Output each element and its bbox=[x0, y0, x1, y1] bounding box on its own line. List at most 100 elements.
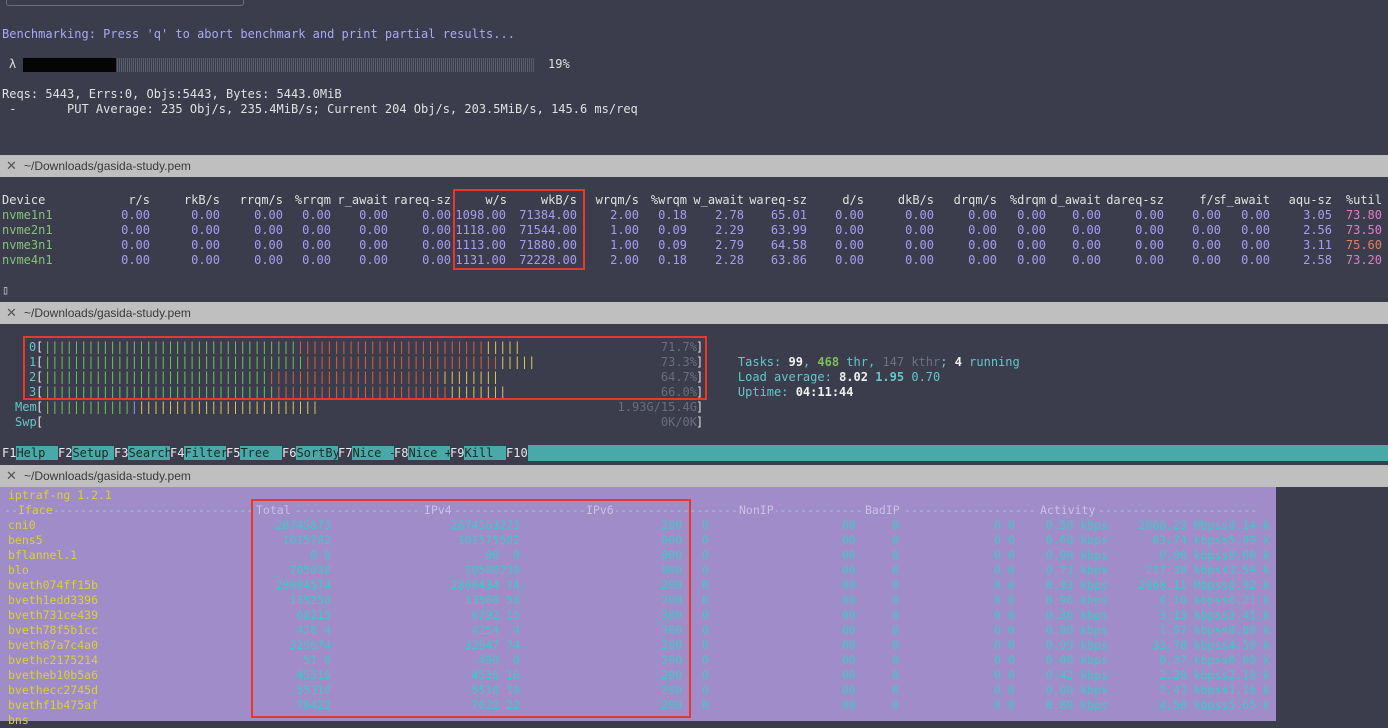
iostat-cell: 73.20 bbox=[1345, 253, 1382, 267]
iptraf-cell: 33.78 kbpss4.59 k bbox=[1152, 638, 1270, 652]
iptraf-header-5: BadIP bbox=[863, 503, 902, 518]
fkey-search-button[interactable]: F3Search bbox=[114, 445, 172, 461]
iostat-cell: 0.00 bbox=[254, 208, 283, 222]
iostat-cell: 0.00 bbox=[422, 238, 451, 252]
iptraf-cell: 0 bbox=[892, 518, 899, 532]
iostat-header-0: Device bbox=[2, 193, 46, 207]
iostat-header-17: d_await bbox=[1050, 193, 1101, 207]
iptraf-cell: 0.99 kbps bbox=[1045, 638, 1108, 652]
iptraf-cell: 00 bbox=[842, 668, 856, 682]
tab-iostat[interactable]: ✕ ~/Downloads/gasida-study.pem bbox=[0, 155, 1388, 177]
iptraf-cell: 00 bbox=[842, 548, 856, 562]
iptraf-cell: 0 bbox=[892, 593, 899, 607]
iptraf-cell: 2068.23 Mbpss0.14 k bbox=[1138, 518, 1270, 532]
iptraf-cell: 0 bbox=[892, 608, 899, 622]
iostat-cell: 0.00 bbox=[1017, 253, 1046, 267]
input-box[interactable] bbox=[6, 0, 244, 6]
highlight-box-cpu-meters bbox=[23, 336, 707, 400]
iostat-header-14: dkB/s bbox=[897, 193, 934, 207]
fkey-setup-button[interactable]: F2Setup bbox=[58, 445, 116, 461]
iostat-cell: 0.00 bbox=[302, 238, 331, 252]
iostat-header-3: rrqm/s bbox=[239, 193, 283, 207]
iostat-pane: Device r/s rkB/s rrqm/s %rrqm r_await rareq-sz… bbox=[0, 177, 1388, 302]
iptraf-cell: 0 bbox=[892, 668, 899, 682]
reqs-line: Reqs: 5443, Errs:0, Objs:5443, Bytes: 54… bbox=[2, 87, 342, 101]
iptraf-cell: 0.50 kbps bbox=[1045, 518, 1108, 532]
iptraf-cell: 1.97 kbpss0.00 k bbox=[1159, 623, 1270, 637]
tab-htop[interactable]: ✕ ~/Downloads/gasida-study.pem bbox=[0, 302, 1388, 324]
iptraf-cell: 0 bbox=[702, 548, 709, 562]
iptraf-cell: 83.74 kbpss5.89 k bbox=[1152, 533, 1270, 547]
iostat-cell: 0.00 bbox=[359, 223, 388, 237]
iostat-header-20: f_await bbox=[1219, 193, 1270, 207]
iostat-cell: 0.00 bbox=[302, 223, 331, 237]
iostat-header-5: r_await bbox=[337, 193, 388, 207]
iostat-cell: 0.00 bbox=[968, 223, 997, 237]
iptraf-cell: 0 bbox=[702, 623, 709, 637]
iostat-header-12: wareq-sz bbox=[749, 193, 807, 207]
iptraf-cell: 2068.11 Mbpss6.92 k bbox=[1138, 578, 1270, 592]
fkey-kill-button[interactable]: F9Kill bbox=[450, 445, 508, 461]
iostat-cell: 0.00 bbox=[302, 253, 331, 267]
iptraf-cell: 0.93 kbps bbox=[1045, 578, 1108, 592]
iostat-cell: 0.00 bbox=[1072, 223, 1101, 237]
iptraf-cell: 0.80 kbps bbox=[1045, 698, 1108, 712]
close-icon[interactable]: ✕ bbox=[6, 155, 17, 177]
iptraf-cell: 0 bbox=[702, 593, 709, 607]
highlight-box-traffic-cols bbox=[251, 499, 691, 718]
iface-name: bveth78f5b1cc bbox=[8, 623, 99, 637]
fkey-label: Filter bbox=[184, 446, 228, 460]
fkey-help-button[interactable]: F1Help bbox=[2, 445, 60, 461]
fkey-code: F1 bbox=[2, 446, 17, 460]
fkey-nice---button[interactable]: F7Nice - bbox=[338, 445, 396, 461]
iptraf-cell: 0 bbox=[892, 638, 899, 652]
swp-open-bracket: [ bbox=[36, 415, 44, 429]
iostat-cell: 63.99 bbox=[770, 223, 807, 237]
iostat-cell: 0.00 bbox=[1135, 253, 1164, 267]
fkey-sortby-button[interactable]: F6SortBy bbox=[282, 445, 340, 461]
iptraf-cell: 00 bbox=[842, 533, 856, 547]
iptraf-cell: 0 bbox=[702, 653, 709, 667]
iostat-cell: 0.00 bbox=[422, 253, 451, 267]
fkey-code: F4 bbox=[170, 446, 185, 460]
close-icon[interactable]: ✕ bbox=[6, 465, 17, 487]
iptraf-cell: 2.42 kbpss1.16 k bbox=[1159, 683, 1270, 697]
iptraf-cell: 0 bbox=[702, 563, 709, 577]
iostat-cell: 0.00 bbox=[121, 208, 150, 222]
iostat-cell: 0.00 bbox=[1072, 238, 1101, 252]
iostat-cell: 0.00 bbox=[905, 253, 934, 267]
tab-iptraf[interactable]: ✕ ~/Downloads/gasida-study.pem bbox=[0, 465, 1388, 487]
iface-name: blo bbox=[8, 563, 29, 577]
progress-fill bbox=[23, 58, 117, 72]
iface-name: bflannel.1 bbox=[8, 548, 78, 562]
iostat-cell: 0.00 bbox=[191, 208, 220, 222]
iface-name: bveth87a7c4a0 bbox=[8, 638, 99, 652]
iostat-cell: 2.28 bbox=[715, 253, 744, 267]
iostat-cell: 0.00 bbox=[1135, 223, 1164, 237]
fkey-nice--button[interactable]: F8Nice + bbox=[394, 445, 452, 461]
iostat-cell: 0.00 bbox=[254, 223, 283, 237]
close-icon[interactable]: ✕ bbox=[6, 302, 17, 324]
cursor-icon: ▯ bbox=[2, 283, 10, 297]
iostat-cell: 0.00 bbox=[968, 208, 997, 222]
iptraf-cell: 0 bbox=[702, 668, 709, 682]
fkey-code: F6 bbox=[282, 446, 297, 460]
iptraf-cell: 0 0 bbox=[994, 578, 1015, 592]
fkey-filter-button[interactable]: F4Filter bbox=[170, 445, 228, 461]
iostat-cell: 0.00 bbox=[191, 238, 220, 252]
iface-name: bens5 bbox=[8, 533, 43, 547]
iostat-cell: 0.18 bbox=[658, 253, 687, 267]
iostat-cell: 2.00 bbox=[610, 208, 639, 222]
iostat-cell: 0.09 bbox=[658, 223, 687, 237]
put-average-line: - PUT Average: 235 Obj/s, 235.4MiB/s; Cu… bbox=[2, 102, 638, 116]
iostat-cell: 0.00 bbox=[254, 253, 283, 267]
fkey-label: Setup bbox=[72, 446, 116, 460]
iostat-cell: 0.00 bbox=[835, 223, 864, 237]
iptraf-cell: 0.00 kbps bbox=[1045, 653, 1108, 667]
iostat-cell: 0.00 bbox=[1072, 208, 1101, 222]
iostat-header-18: dareq-sz bbox=[1106, 193, 1164, 207]
fkey-tree-button[interactable]: F5Tree bbox=[226, 445, 284, 461]
iptraf-cell: 0.42 kbps bbox=[1045, 668, 1108, 682]
iostat-cell: 0.00 bbox=[191, 223, 220, 237]
iostat-cell: 0.00 bbox=[1017, 238, 1046, 252]
